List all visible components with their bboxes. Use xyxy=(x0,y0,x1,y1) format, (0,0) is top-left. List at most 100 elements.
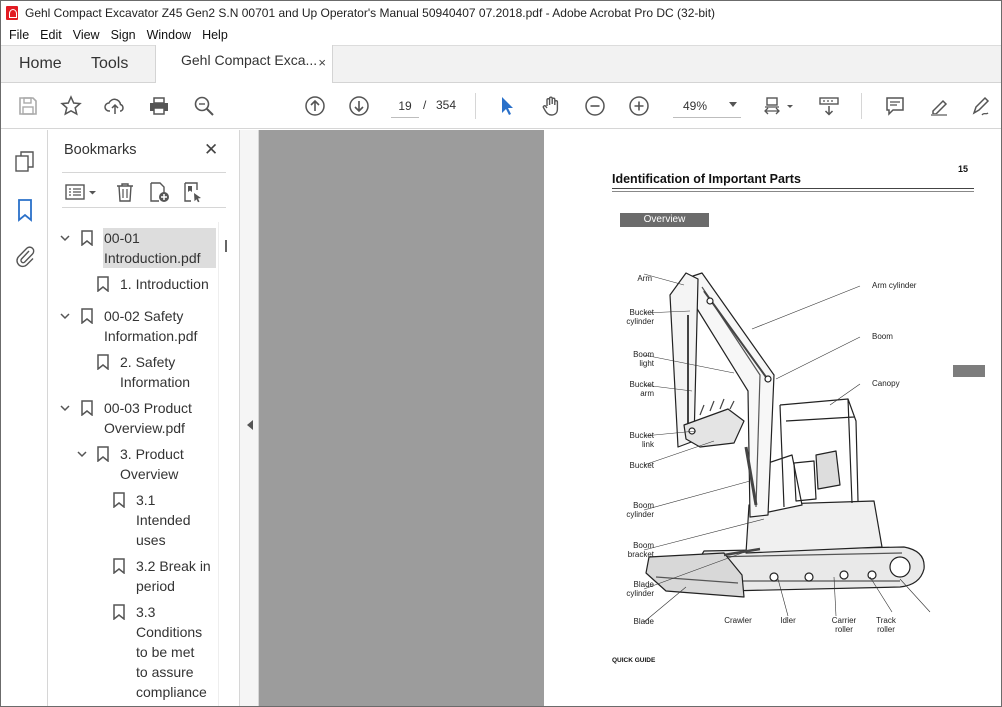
menu-bar: File Edit View Sign Window Help xyxy=(1,25,1001,45)
menu-view[interactable]: View xyxy=(69,28,104,42)
bookmarks-scrollbar[interactable] xyxy=(218,222,234,706)
hand-tool-icon[interactable] xyxy=(539,94,563,118)
bookmark-icon xyxy=(97,354,109,370)
toolbar-divider xyxy=(475,93,476,119)
bookmarks-panel: Bookmarks ✕ 00-01 Introduction.pdf 1. In… xyxy=(48,130,239,706)
bookmark-item[interactable]: 2. Safety Information xyxy=(120,352,190,392)
chevron-down-icon xyxy=(729,102,737,107)
bookmark-item[interactable]: 3.2 Break in period xyxy=(136,556,211,596)
label-line: Bucket xyxy=(629,380,654,389)
collapse-panel-icon[interactable] xyxy=(247,420,253,430)
zoom-search-icon[interactable] xyxy=(192,94,216,118)
total-pages: 354 xyxy=(436,98,457,112)
bookmark-item[interactable]: 1. Introduction xyxy=(120,274,209,294)
previous-page-icon[interactable] xyxy=(303,94,327,118)
excavator-illustration xyxy=(643,272,931,623)
bookmark-label: Information xyxy=(120,374,191,390)
chevron-down-icon[interactable] xyxy=(60,233,70,243)
next-page-icon[interactable] xyxy=(347,94,371,118)
tab-home[interactable]: Home xyxy=(19,55,62,73)
bookmark-label: 3.3 xyxy=(136,604,156,620)
label-carrier-roller: Carrier roller xyxy=(824,616,864,634)
bookmark-icon xyxy=(113,558,125,574)
panel-splitter[interactable] xyxy=(239,130,259,706)
menu-sign[interactable]: Sign xyxy=(107,28,140,42)
bookmark-label: period xyxy=(136,578,175,594)
select-cursor-icon[interactable] xyxy=(495,94,519,118)
menu-help[interactable]: Help xyxy=(198,28,232,42)
tab-close-icon[interactable]: × xyxy=(318,55,326,70)
bookmark-star-icon[interactable] xyxy=(59,94,83,118)
bookmark-icon xyxy=(113,604,125,620)
document-viewer[interactable]: 15 Identification of Important Parts Ove… xyxy=(259,130,1001,706)
scrollbar-thumb[interactable] xyxy=(225,240,227,252)
menu-file[interactable]: File xyxy=(5,28,33,42)
bookmark-icon xyxy=(81,230,93,246)
label-line: cylinder xyxy=(626,317,654,326)
add-bookmark-icon[interactable] xyxy=(148,181,170,203)
bookmark-search-icon[interactable] xyxy=(182,181,204,203)
save-icon[interactable] xyxy=(16,94,40,118)
label-bucket-link: Bucket link xyxy=(614,431,654,449)
toolbar-divider xyxy=(861,93,862,119)
label-line: roller xyxy=(877,625,895,634)
attachments-paperclip-icon[interactable] xyxy=(14,244,36,268)
zoom-out-icon[interactable] xyxy=(583,94,607,118)
bookmark-options-icon[interactable] xyxy=(64,181,98,203)
label-line: Bucket xyxy=(629,431,654,440)
label-bucket: Bucket xyxy=(629,461,654,470)
menu-window[interactable]: Window xyxy=(143,28,195,42)
page-fit-icon[interactable] xyxy=(761,94,797,118)
bookmark-item[interactable]: 00-01 Introduction.pdf xyxy=(103,228,216,268)
label-boom-cylinder: Boom cylinder xyxy=(614,501,654,519)
upload-cloud-icon[interactable] xyxy=(103,94,127,118)
section-badge: Overview xyxy=(620,213,709,227)
page-tab-marker xyxy=(953,365,985,377)
menu-edit[interactable]: Edit xyxy=(36,28,66,42)
bookmark-label: Overview.pdf xyxy=(104,420,185,436)
page-separator: / xyxy=(423,98,427,112)
zoom-level-select[interactable]: 49% xyxy=(673,94,741,118)
heading-rule xyxy=(612,188,974,189)
delete-bookmark-icon[interactable] xyxy=(114,181,136,203)
label-arm-cylinder: Arm cylinder xyxy=(872,281,917,290)
bookmark-item[interactable]: 3.3 Conditions to be met to assure compl… xyxy=(136,602,207,702)
page-number-input[interactable]: 19 xyxy=(391,94,419,118)
comment-icon[interactable] xyxy=(883,94,907,118)
bookmark-label: uses xyxy=(136,532,166,548)
zoom-in-icon[interactable] xyxy=(627,94,651,118)
label-arm: Arm xyxy=(637,274,652,283)
scroll-mode-icon[interactable] xyxy=(817,94,841,118)
label-boom-bracket: Boom bracket xyxy=(614,541,654,559)
bookmark-label: 00-01 xyxy=(104,230,140,246)
page-thumbnails-icon[interactable] xyxy=(14,150,36,174)
label-line: Carrier xyxy=(831,616,857,625)
scrollbar-track[interactable] xyxy=(218,222,234,706)
sign-pen-icon[interactable] xyxy=(969,94,993,118)
bookmark-label: to assure xyxy=(136,664,194,680)
label-line: cylinder xyxy=(626,510,654,519)
label-line: Boom xyxy=(633,501,654,510)
bookmark-item[interactable]: 3.1 Intended uses xyxy=(136,490,191,550)
bookmarks-panel-icon[interactable] xyxy=(14,198,36,222)
close-icon[interactable]: ✕ xyxy=(204,140,218,160)
label-blade-cylinder: Blade cylinder xyxy=(614,580,654,598)
print-icon[interactable] xyxy=(147,94,171,118)
bookmarks-tree: 00-01 Introduction.pdf 1. Introduction 0… xyxy=(48,222,218,706)
chevron-down-icon[interactable] xyxy=(60,311,70,321)
tab-tools[interactable]: Tools xyxy=(91,55,128,73)
label-bucket-cylinder: Bucket cylinder xyxy=(614,308,654,326)
bookmark-icon xyxy=(97,446,109,462)
label-line: light xyxy=(639,359,654,368)
chevron-down-icon[interactable] xyxy=(60,403,70,413)
bookmark-item[interactable]: 00-02 Safety Information.pdf xyxy=(104,306,197,346)
highlight-pen-icon[interactable] xyxy=(927,94,951,118)
label-boom: Boom xyxy=(872,332,893,341)
bookmark-label: Intended xyxy=(136,512,191,528)
chevron-down-icon[interactable] xyxy=(77,449,87,459)
bookmark-item[interactable]: 00-03 Product Overview.pdf xyxy=(104,398,192,438)
page-footer: QUICK GUIDE xyxy=(612,657,656,664)
main-toolbar: 19 / 354 49% xyxy=(1,83,1001,129)
bookmark-item[interactable]: 3. Product Overview xyxy=(120,444,184,484)
tab-document[interactable]: Gehl Compact Exca... × xyxy=(155,45,333,84)
